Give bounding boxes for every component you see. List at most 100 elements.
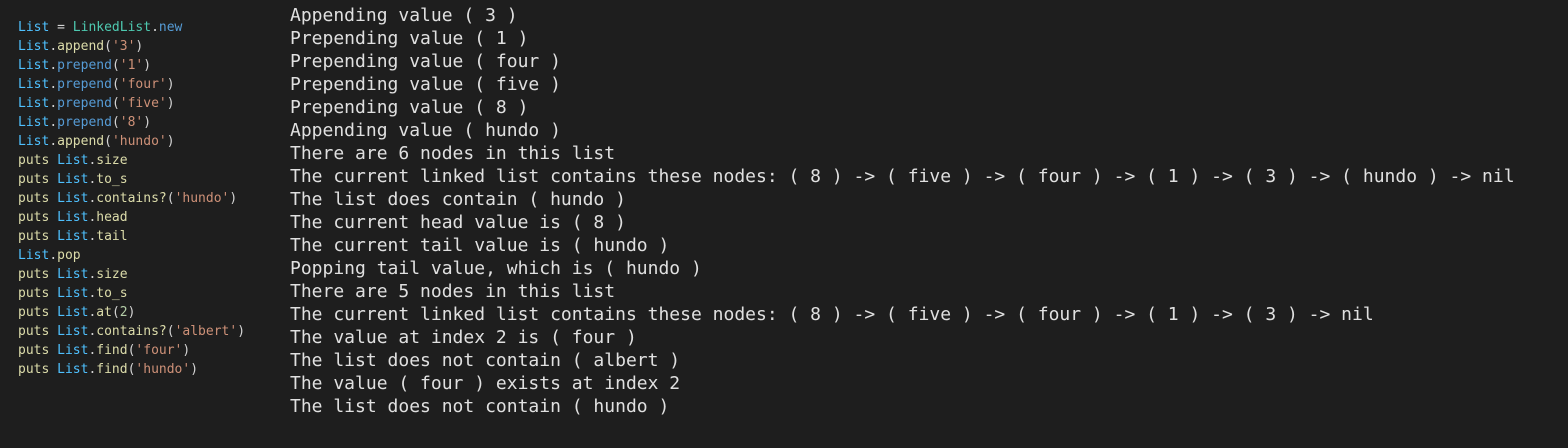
code-line: puts List.find('hundo') — [18, 360, 280, 379]
code-token: List — [18, 248, 50, 263]
code-token: prepend — [57, 96, 112, 111]
code-token: List — [57, 229, 89, 244]
code-token: '1' — [119, 58, 144, 73]
code-token: prepend — [57, 115, 112, 130]
code-token: puts — [18, 172, 58, 187]
code-token: ( — [111, 305, 120, 320]
code-line: puts List.find('four') — [18, 341, 280, 360]
code-line: puts List.at(2) — [18, 303, 280, 322]
code-token: append — [57, 39, 105, 54]
code-token: puts — [18, 286, 58, 301]
code-token: List — [18, 39, 50, 54]
code-token: puts — [18, 267, 58, 282]
code-token: ( — [111, 96, 120, 111]
code-token: List — [57, 362, 89, 377]
output-line: There are 5 nodes in this list — [290, 281, 616, 302]
code-token: List — [57, 191, 89, 206]
code-token: at — [96, 305, 112, 320]
code-line: List.prepend('8') — [18, 113, 280, 132]
code-token: '8' — [119, 115, 144, 130]
output-line: The current tail value is ( hundo ) — [290, 235, 670, 256]
code-line: puts List.to_s — [18, 284, 280, 303]
code-token: ( — [111, 58, 120, 73]
code-line: puts List.size — [18, 151, 280, 170]
code-token: ) — [237, 324, 246, 339]
code-line: puts List.contains?('albert') — [18, 322, 280, 341]
code-token: 2 — [119, 305, 128, 320]
code-line: puts List.contains?('hundo') — [18, 189, 280, 208]
code-token: ) — [135, 39, 144, 54]
output-line: The list does not contain ( albert ) — [290, 350, 681, 371]
code-token: List — [18, 115, 50, 130]
code-line: List = LinkedList.new — [18, 18, 280, 37]
code-token: 'four' — [119, 77, 167, 92]
code-token: . — [49, 58, 58, 73]
code-token: puts — [18, 324, 58, 339]
code-line: List.prepend('1') — [18, 56, 280, 75]
code-token: '3' — [111, 39, 136, 54]
code-token: puts — [18, 191, 58, 206]
output-line: The value at index 2 is ( four ) — [290, 327, 637, 348]
code-line: puts List.head — [18, 208, 280, 227]
code-token: ) — [166, 77, 175, 92]
code-token: contains? — [96, 324, 167, 339]
code-token: tail — [96, 229, 128, 244]
code-token: ( — [166, 191, 175, 206]
output-line: The value ( four ) exists at index 2 — [290, 373, 681, 394]
code-token: new — [158, 20, 183, 35]
code-token: puts — [18, 229, 58, 244]
code-token: ) — [166, 134, 175, 149]
code-token: pop — [57, 248, 81, 263]
output-line: There are 6 nodes in this list — [290, 143, 616, 164]
terminal-output-panel: Appending value ( 3 ) Prepending value ( … — [290, 4, 1560, 434]
output-line: The list does not contain ( hundo ) — [290, 396, 670, 417]
code-token: prepend — [57, 77, 112, 92]
code-token: . — [49, 134, 58, 149]
code-token: . — [49, 96, 58, 111]
code-line: List.prepend('five') — [18, 94, 280, 113]
code-token: ( — [104, 39, 112, 54]
code-token: List — [18, 77, 50, 92]
code-line: List.prepend('four') — [18, 75, 280, 94]
code-token: . — [49, 248, 58, 263]
code-line: List.append('3') — [18, 37, 280, 56]
code-token: . — [49, 115, 58, 130]
code-token: List — [57, 343, 89, 358]
code-token: size — [96, 267, 128, 282]
code-token: ( — [111, 77, 120, 92]
code-token: List — [18, 134, 50, 149]
code-token: puts — [18, 305, 58, 320]
code-token: ( — [104, 134, 112, 149]
output-line: Popping tail value, which is ( hundo ) — [290, 258, 702, 279]
code-token: ) — [190, 362, 199, 377]
code-token: 'hundo' — [111, 134, 167, 149]
output-line: Prepending value ( 1 ) — [290, 28, 529, 49]
code-token: ) — [143, 115, 152, 130]
code-token: head — [96, 210, 128, 225]
code-token: ) — [166, 96, 175, 111]
code-token: List — [57, 153, 89, 168]
code-token: . — [151, 20, 159, 35]
code-token: find — [96, 343, 128, 358]
code-token: puts — [18, 343, 58, 358]
code-editor-panel[interactable]: List = LinkedList.new List.append('3') Lis… — [18, 18, 280, 398]
code-token: to_s — [96, 286, 128, 301]
code-line: puts List.to_s — [18, 170, 280, 189]
output-line: The list does contain ( hundo ) — [290, 189, 626, 210]
code-token: LinkedList — [72, 20, 152, 35]
code-token: List — [57, 324, 89, 339]
code-token: puts — [18, 362, 58, 377]
code-token: 'five' — [119, 96, 167, 111]
code-token: ) — [143, 58, 152, 73]
code-token: . — [49, 77, 58, 92]
output-line: The current linked list contains these n… — [290, 166, 1515, 187]
code-token: ) — [127, 305, 136, 320]
code-token: ( — [166, 324, 175, 339]
output-line: Appending value ( hundo ) — [290, 120, 561, 141]
code-token: ) — [182, 343, 191, 358]
code-token: List — [18, 20, 50, 35]
code-token: puts — [18, 210, 58, 225]
code-token: puts — [18, 153, 58, 168]
code-token: List — [18, 96, 50, 111]
code-token: List — [57, 267, 89, 282]
